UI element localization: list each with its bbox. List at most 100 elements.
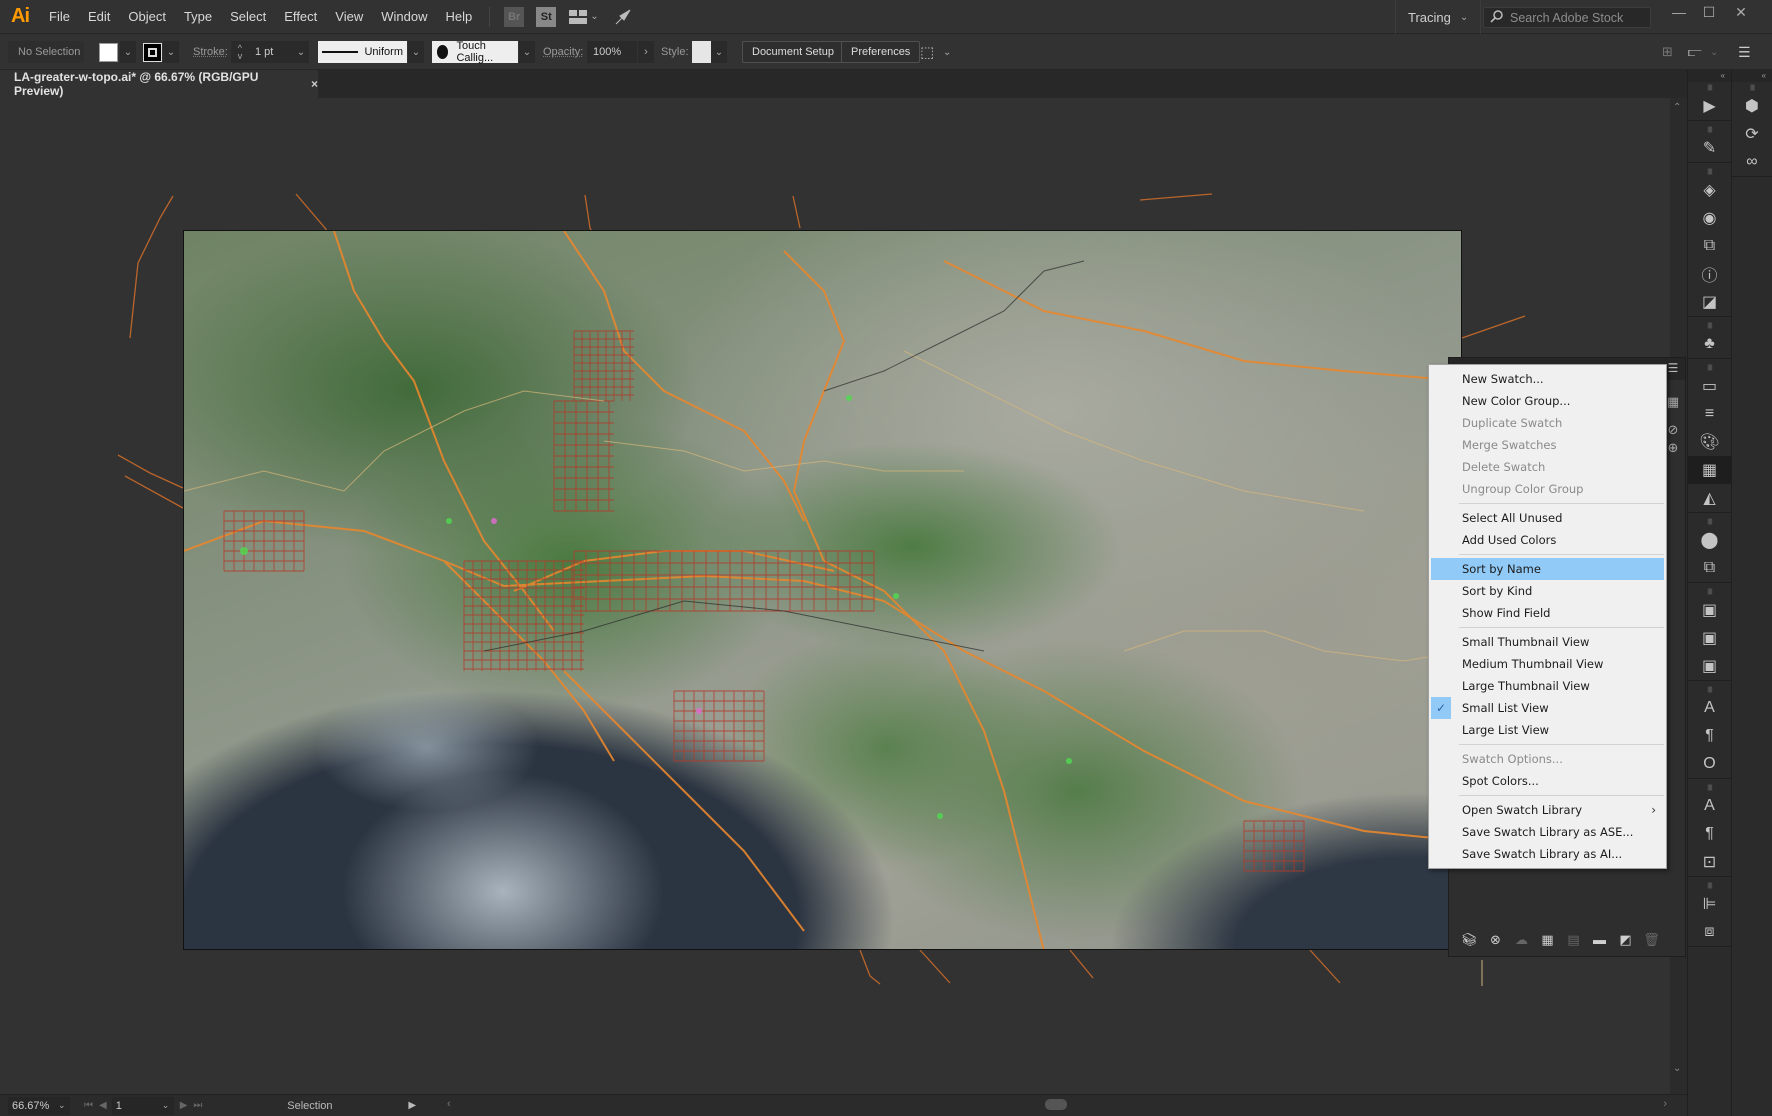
menu-item-show-find-field[interactable]: Show Find Field bbox=[1429, 602, 1666, 624]
opacity-slider-arrow[interactable]: › bbox=[638, 41, 654, 63]
menu-item-new-swatch[interactable]: New Swatch... bbox=[1429, 368, 1666, 390]
group-grip-handle[interactable]: |||||||| bbox=[1688, 322, 1731, 330]
menu-effect[interactable]: Effect bbox=[275, 0, 326, 34]
menu-item-new-color-group[interactable]: New Color Group... bbox=[1429, 390, 1666, 412]
menu-edit[interactable]: Edit bbox=[79, 0, 119, 34]
brushes-icon[interactable]: ✎ bbox=[1688, 134, 1731, 162]
group-grip-handle[interactable]: |||||||| bbox=[1688, 84, 1731, 92]
stroke-swatch[interactable] bbox=[143, 41, 162, 63]
pathfinder-icon[interactable]: ⬤ bbox=[1688, 526, 1731, 554]
properties-icon[interactable]: ⬢ bbox=[1732, 92, 1772, 120]
cc-library-icon[interactable]: ☁ bbox=[1513, 931, 1530, 948]
menu-item-spot-colors[interactable]: Spot Colors... bbox=[1429, 770, 1666, 792]
menu-item-save-swatch-library-as-ase[interactable]: Save Swatch Library as ASE... bbox=[1429, 821, 1666, 843]
fill-color-box[interactable] bbox=[99, 42, 118, 62]
menu-item-sort-by-name[interactable]: Sort by Name bbox=[1431, 558, 1664, 580]
stroke-dropdown[interactable]: ⌄ bbox=[163, 41, 179, 63]
new-swatch-icon[interactable]: ◩ bbox=[1617, 931, 1634, 948]
info-icon[interactable]: ⓘ bbox=[1688, 260, 1731, 288]
stroke-weight-dropdown[interactable]: ⌄ bbox=[293, 41, 309, 63]
creative-cloud-icon[interactable]: ∞ bbox=[1732, 148, 1772, 176]
opacity-label[interactable]: Opacity: bbox=[543, 41, 583, 63]
new-color-group-icon[interactable]: ▬ bbox=[1591, 931, 1608, 948]
stroke-stepper[interactable]: ^ v bbox=[231, 41, 249, 63]
preferences-button[interactable]: Preferences bbox=[841, 41, 921, 63]
profile-dropdown[interactable]: ⌄ bbox=[408, 41, 424, 63]
align-icon[interactable]: ⊫ bbox=[1688, 890, 1731, 918]
fill-dropdown[interactable]: ⌄ bbox=[120, 41, 136, 63]
group-grip-handle[interactable]: |||||||| bbox=[1688, 588, 1731, 596]
artboard-map[interactable] bbox=[183, 230, 1462, 950]
character-icon[interactable]: A bbox=[1688, 694, 1731, 722]
menu-item-small-list-view[interactable]: ✓ Small List View bbox=[1429, 697, 1666, 719]
brush-definition[interactable]: Touch Callig... bbox=[432, 40, 518, 64]
group-grip-handle[interactable]: |||||||| bbox=[1688, 784, 1731, 792]
brush-dropdown[interactable]: ⌄ bbox=[519, 41, 535, 63]
registration-swatch-icon[interactable]: ⊕ bbox=[1665, 440, 1681, 456]
place-swatch-icon[interactable]: ⊗ bbox=[1487, 931, 1504, 948]
thumbnail-view-icon[interactable]: ▦ bbox=[1665, 394, 1681, 410]
opentype-icon[interactable]: O bbox=[1688, 750, 1731, 778]
select-similar-icon[interactable]: ⬚ bbox=[920, 41, 934, 63]
style-dropdown[interactable]: ⌄ bbox=[711, 41, 727, 63]
scroll-down-icon[interactable]: ⌄ bbox=[1673, 1063, 1681, 1074]
artboard-dropdown[interactable]: ⌄ bbox=[157, 1096, 174, 1115]
menu-item-select-all-unused[interactable]: Select All Unused bbox=[1429, 507, 1666, 529]
group-grip-handle[interactable]: |||||||| bbox=[1688, 168, 1731, 176]
actions-icon[interactable]: ▶ bbox=[1688, 92, 1731, 120]
control-bar-menu-icon[interactable]: ☰ bbox=[1738, 41, 1751, 63]
close-window-button[interactable]: ✕ bbox=[1726, 0, 1756, 24]
horizontal-scroll-thumb[interactable] bbox=[1045, 1099, 1067, 1110]
menu-item-large-list-view[interactable]: Large List View bbox=[1429, 719, 1666, 741]
swatch-kind-icon[interactable]: ▦ bbox=[1539, 931, 1556, 948]
document-info-icon[interactable]: ⊡ bbox=[1688, 848, 1731, 876]
canvas[interactable] bbox=[0, 98, 1670, 1094]
group-grip-handle[interactable]: |||||||| bbox=[1688, 686, 1731, 694]
zoom-field[interactable]: 66.67% bbox=[8, 1096, 54, 1115]
transparency-icon[interactable]: ◭ bbox=[1688, 484, 1731, 512]
swatch-options-icon[interactable]: ▤ bbox=[1565, 931, 1582, 948]
artboards-icon[interactable]: ⧉ bbox=[1688, 554, 1731, 582]
swatch-libraries-icon[interactable]: 📚︎ bbox=[1461, 931, 1478, 948]
group-grip-handle[interactable]: |||||||| bbox=[1688, 364, 1731, 372]
previous-artboard-icon[interactable]: ◀ bbox=[99, 1100, 107, 1111]
paragraph-icon[interactable]: ¶ bbox=[1688, 722, 1731, 750]
arrange-documents-icon[interactable] bbox=[568, 7, 588, 27]
arrange-chevron-icon[interactable]: ⌄ bbox=[590, 11, 598, 22]
menu-file[interactable]: File bbox=[40, 0, 79, 34]
layers-icon[interactable]: ◈ bbox=[1688, 176, 1731, 204]
menu-select[interactable]: Select bbox=[221, 0, 275, 34]
stock-search-input[interactable] bbox=[1510, 10, 1650, 25]
menu-type[interactable]: Type bbox=[175, 0, 221, 34]
stroke-color-box[interactable] bbox=[143, 42, 162, 62]
minimize-button[interactable]: — bbox=[1664, 0, 1694, 24]
first-artboard-icon[interactable]: ⏮ bbox=[84, 1100, 93, 1111]
links-icon[interactable]: ▣ bbox=[1688, 624, 1731, 652]
group-grip-handle[interactable]: |||||||| bbox=[1688, 882, 1731, 890]
menu-item-medium-thumbnail-view[interactable]: Medium Thumbnail View bbox=[1429, 653, 1666, 675]
workspace-switcher[interactable]: Tracing ⌄ bbox=[1395, 0, 1482, 34]
group-grip-handle[interactable]: |||||||| bbox=[1732, 84, 1772, 92]
document-setup-button[interactable]: Document Setup bbox=[742, 41, 844, 63]
symbols-icon[interactable]: ♣ bbox=[1688, 330, 1731, 358]
libraries-icon[interactable]: ▣ bbox=[1688, 652, 1731, 680]
transform-icon[interactable]: ⧉ bbox=[1688, 232, 1731, 260]
scroll-up-icon[interactable]: ⌃ bbox=[1673, 102, 1681, 113]
menu-item-sort-by-kind[interactable]: Sort by Kind bbox=[1429, 580, 1666, 602]
color-guide-icon[interactable]: 🎨︎ bbox=[1688, 428, 1731, 456]
group-grip-handle[interactable]: |||||||| bbox=[1688, 126, 1731, 134]
collapse-dock-icon[interactable]: « bbox=[1688, 70, 1731, 82]
align-options-icon[interactable]: ⫍ bbox=[1688, 41, 1702, 63]
stroke-weight-field[interactable]: 1 pt bbox=[249, 41, 293, 63]
stock-search-field[interactable] bbox=[1483, 7, 1651, 28]
horizontal-scrollbar[interactable]: ‹ › bbox=[447, 1098, 1667, 1112]
variable-width-profile[interactable]: Uniform bbox=[318, 41, 407, 63]
transform-panel-icon[interactable]: ⧈ bbox=[1688, 918, 1731, 946]
fill-swatch[interactable] bbox=[99, 41, 119, 63]
asset-export-icon[interactable]: ▣ bbox=[1688, 596, 1731, 624]
scroll-left-icon[interactable]: ‹ bbox=[447, 1098, 451, 1110]
scroll-right-icon[interactable]: › bbox=[1663, 1098, 1667, 1110]
menu-item-save-swatch-library-as-ai[interactable]: Save Swatch Library as AI... bbox=[1429, 843, 1666, 865]
menu-item-large-thumbnail-view[interactable]: Large Thumbnail View bbox=[1429, 675, 1666, 697]
group-grip-handle[interactable]: |||||||| bbox=[1688, 518, 1731, 526]
